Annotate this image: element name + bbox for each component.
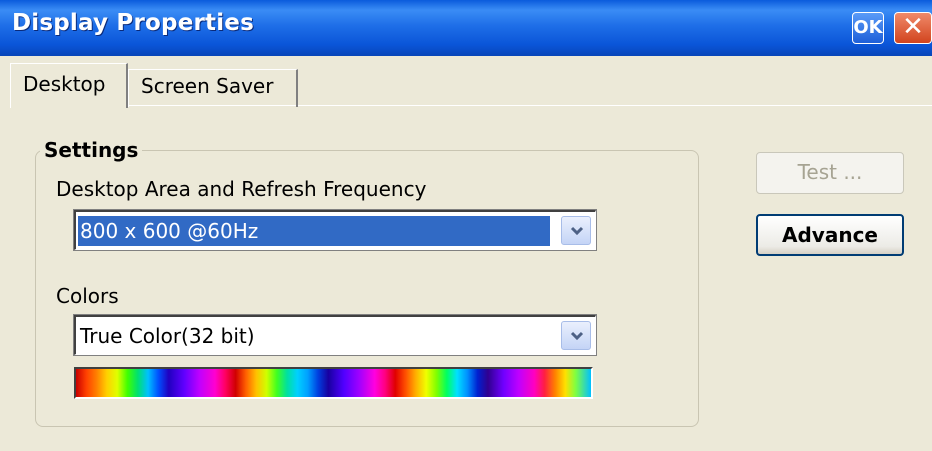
window-title: Display Properties xyxy=(12,10,255,36)
chevron-down-icon xyxy=(570,226,584,236)
resolution-label: Desktop Area and Refresh Frequency xyxy=(56,177,427,201)
settings-group-label: Settings xyxy=(40,138,143,162)
close-icon: ✕ xyxy=(902,12,924,42)
close-button[interactable]: ✕ xyxy=(894,12,932,44)
advance-button[interactable]: Advance xyxy=(756,214,904,256)
ok-button[interactable]: OK xyxy=(852,12,884,44)
tab-desktop[interactable]: Desktop xyxy=(10,63,128,108)
color-spectrum-preview xyxy=(74,367,593,399)
colors-value: True Color(32 bit) xyxy=(80,324,255,348)
colors-dropdown[interactable]: True Color(32 bit) xyxy=(73,314,597,356)
resolution-dropdown[interactable]: 800 x 600 @60Hz xyxy=(73,209,597,251)
colors-dropdown-button[interactable] xyxy=(561,321,591,350)
chevron-down-icon xyxy=(570,331,584,341)
resolution-dropdown-button[interactable] xyxy=(561,216,591,245)
test-button[interactable]: Test ... xyxy=(756,152,904,194)
title-bar[interactable]: Display Properties OK ✕ xyxy=(0,0,932,56)
colors-label: Colors xyxy=(56,284,119,308)
resolution-value: 800 x 600 @60Hz xyxy=(78,216,550,246)
tab-screen-saver[interactable]: Screen Saver xyxy=(128,69,298,107)
